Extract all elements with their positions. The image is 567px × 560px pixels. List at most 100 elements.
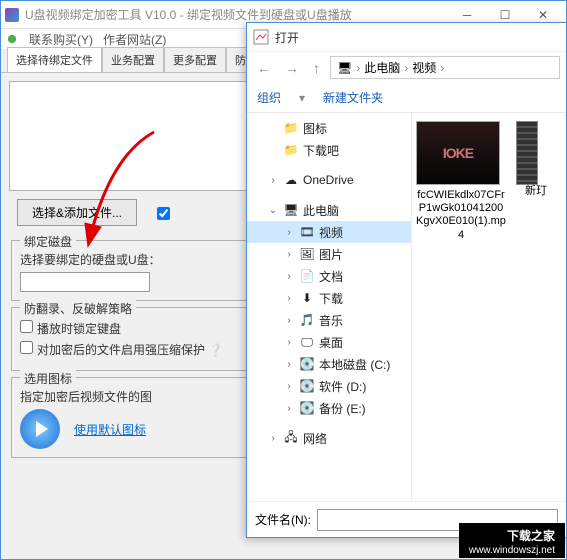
chevron-right-icon[interactable]: ›	[283, 381, 295, 392]
tree-network-label: 网络	[303, 430, 327, 447]
disk-icon: 💽	[299, 356, 315, 372]
file-item-2[interactable]: 新玎	[516, 121, 556, 198]
filename-label: 文件名(N):	[255, 511, 311, 528]
tree-thispc[interactable]: ⌄ 🖥此电脑	[247, 199, 411, 221]
tree-onedrive-label: OneDrive	[303, 173, 354, 187]
add-files-button[interactable]: 选择&添加文件...	[17, 199, 137, 226]
tree-onedrive[interactable]: ›☁OneDrive	[247, 169, 411, 191]
dialog-title: 打开	[275, 29, 299, 46]
documents-icon: 📄	[299, 268, 315, 284]
file-name-1: fcCWIEkdlx07CFrP1wGk01041200KgvX0E010(1)…	[416, 189, 506, 242]
tree-downloads[interactable]: › ⬇下载	[247, 287, 411, 309]
group-anti-legend: 防翻录、反破解策略	[20, 300, 136, 317]
network-icon: 🖧	[283, 430, 299, 446]
file-thumbnail-2	[516, 121, 538, 185]
chevron-right-icon[interactable]: ›	[283, 359, 295, 370]
unknown-checkbox[interactable]	[157, 207, 174, 220]
tree-disk-d-label: 软件 (D:)	[319, 378, 366, 395]
tree-downloads-label: 下载	[319, 290, 343, 307]
tree-music[interactable]: › 🎵音乐	[247, 309, 411, 331]
nav-row: ← → ↑ 🖥 › 此电脑 › 视频 ›	[247, 51, 566, 83]
chevron-right-icon[interactable]: ›	[283, 337, 295, 348]
opt-compress-label: 对加密后的文件启用强压缩保护	[37, 343, 205, 357]
tree-music-label: 音乐	[319, 312, 343, 329]
pc-icon: 🖥	[283, 202, 299, 218]
file-thumbnail: IOKE	[416, 121, 500, 185]
nav-back-icon[interactable]: ←	[253, 60, 275, 76]
folder-tree: 📁图标 📁下载吧 ›☁OneDrive ⌄ 🖥此电脑 › 🎞视频 › 🖼图片 › 📄文档…	[247, 113, 412, 501]
chevron-right-icon[interactable]: ›	[283, 293, 295, 304]
tree-desktop-label: 桌面	[319, 334, 343, 351]
breadcrumb-pc-icon: 🖥	[337, 61, 352, 75]
app-title: U盘视频绑定加密工具 V10.0 - 绑定视频文件到硬盘或U盘播放	[25, 6, 352, 23]
chevron-right-icon[interactable]: ›	[283, 271, 295, 282]
watermark-line2: www.windowszj.net	[469, 545, 555, 556]
tree-desktop[interactable]: ›🖵桌面	[247, 331, 411, 353]
chevron-right-icon[interactable]: ›	[283, 249, 295, 260]
use-default-icon-link[interactable]: 使用默认图标	[74, 421, 146, 438]
folder-icon: 📁	[283, 120, 299, 136]
tree-thispc-label: 此电脑	[303, 202, 339, 219]
group-icon-legend: 选用图标	[20, 370, 76, 387]
breadcrumb-root[interactable]: 此电脑	[364, 59, 400, 76]
nav-up-icon[interactable]: ↑	[309, 60, 324, 76]
disk-icon: 💽	[299, 378, 315, 394]
tree-disk-e[interactable]: › 💽备份 (E:)	[247, 397, 411, 419]
tree-video-label: 视频	[319, 224, 343, 241]
disk-icon: 💽	[299, 400, 315, 416]
chevron-right-icon[interactable]: ›	[283, 227, 295, 238]
breadcrumb[interactable]: 🖥 › 此电脑 › 视频 ›	[330, 56, 560, 79]
breadcrumb-folder[interactable]: 视频	[412, 59, 436, 76]
tree-icons[interactable]: 📁图标	[247, 117, 411, 139]
tree-pictures[interactable]: › 🖼图片	[247, 243, 411, 265]
help-icon[interactable]: ❔	[208, 343, 223, 357]
app-icon	[5, 8, 19, 22]
tree-download-folder-label: 下载吧	[303, 142, 339, 159]
dialog-toolbar: 组织 ▾ 新建文件夹	[247, 83, 566, 113]
opt-compress-input[interactable]	[20, 341, 33, 354]
chevron-down-icon[interactable]: ⌄	[267, 205, 279, 216]
nav-fwd-icon[interactable]: →	[281, 60, 303, 76]
open-dialog: 打开 ← → ↑ 🖥 › 此电脑 › 视频 › 组织 ▾ 新建文件夹 📁图标 📁…	[246, 22, 567, 538]
tree-documents[interactable]: › 📄文档	[247, 265, 411, 287]
chevron-right-icon[interactable]: ›	[283, 315, 295, 326]
tree-disk-e-label: 备份 (E:)	[319, 400, 366, 417]
tab-more[interactable]: 更多配置	[164, 47, 226, 72]
opt-lock-keyboard-input[interactable]	[20, 320, 33, 333]
folder-icon: 📁	[283, 142, 299, 158]
file-area: IOKE fcCWIEkdlx07CFrP1wGk01041200KgvX0E0…	[412, 113, 566, 501]
dialog-icon	[253, 29, 269, 45]
tab-select-files[interactable]: 选择待绑定文件	[7, 47, 102, 72]
tree-icons-label: 图标	[303, 120, 327, 137]
menu-buy[interactable]: 联系购买(Y)	[29, 31, 93, 48]
group-bind-disk-legend: 绑定磁盘	[20, 233, 76, 250]
file-name-2: 新玎	[516, 185, 556, 198]
music-icon: 🎵	[299, 312, 315, 328]
chevron-right-icon[interactable]: ›	[267, 175, 279, 186]
menu-site[interactable]: 作者网站(Z)	[103, 31, 166, 48]
downloads-icon: ⬇	[299, 290, 315, 306]
dialog-titlebar: 打开	[247, 23, 566, 51]
opt-lock-keyboard-label: 播放时锁定键盘	[37, 322, 121, 336]
pictures-icon: 🖼	[299, 246, 315, 262]
buy-icon	[5, 32, 19, 46]
tab-business[interactable]: 业务配置	[102, 47, 164, 72]
chevron-right-icon[interactable]: ›	[283, 403, 295, 414]
bind-disk-input[interactable]	[20, 272, 150, 292]
tree-download-folder[interactable]: 📁下载吧	[247, 139, 411, 161]
tree-disk-c-label: 本地磁盘 (C:)	[319, 356, 390, 373]
tree-video[interactable]: › 🎞视频	[247, 221, 411, 243]
video-icon: 🎞	[299, 224, 315, 240]
chevron-right-icon[interactable]: ›	[267, 433, 279, 444]
file-item-1[interactable]: IOKE fcCWIEkdlx07CFrP1wGk01041200KgvX0E0…	[416, 121, 506, 242]
play-icon	[20, 409, 60, 449]
tree-disk-c[interactable]: › 💽本地磁盘 (C:)	[247, 353, 411, 375]
tree-disk-d[interactable]: › 💽软件 (D:)	[247, 375, 411, 397]
unknown-checkbox-input[interactable]	[157, 207, 170, 220]
watermark-line1: 下载之家	[507, 529, 555, 543]
tree-pictures-label: 图片	[319, 246, 343, 263]
toolbar-organize[interactable]: 组织	[257, 89, 281, 106]
toolbar-newfolder[interactable]: 新建文件夹	[323, 89, 383, 106]
tree-documents-label: 文档	[319, 268, 343, 285]
tree-network[interactable]: › 🖧网络	[247, 427, 411, 449]
